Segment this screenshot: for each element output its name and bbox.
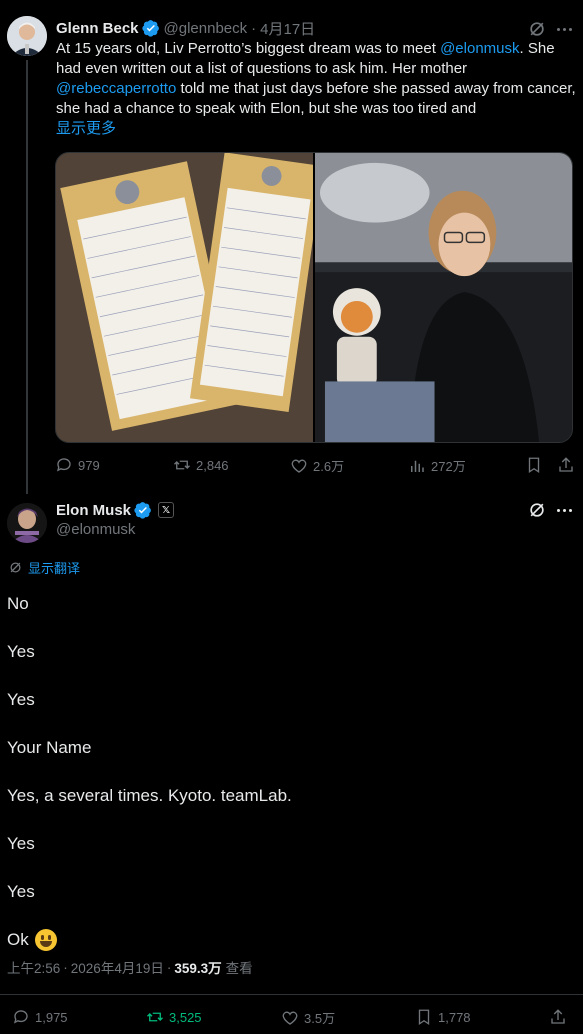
verified-badge-icon bbox=[134, 502, 151, 519]
reply-line-text: Ok bbox=[7, 930, 29, 949]
tweet-date[interactable]: 4月17日 bbox=[260, 18, 315, 39]
share-button[interactable] bbox=[549, 1008, 572, 1026]
tweet1-header: Glenn Beck @glennbeck · 4月17日 bbox=[56, 18, 315, 38]
verified-badge-icon bbox=[141, 20, 159, 37]
quoted-parent-tweet[interactable]: Glenn Beck @glennbeck · 4月17日 At 15 year… bbox=[0, 0, 583, 490]
tweet1-body: At 15 years old, Liv Perrotto’s biggest … bbox=[56, 39, 576, 119]
reply-line: Yes bbox=[7, 628, 567, 676]
more-options-icon[interactable] bbox=[557, 509, 572, 512]
reply-count: 979 bbox=[78, 457, 100, 473]
tweet-metadata: 上午2:56 · 2026年4月19日 · 359.3万 查看 bbox=[7, 957, 253, 977]
retweet-icon bbox=[174, 460, 190, 470]
reply-line-text: Yes bbox=[7, 882, 35, 901]
reply-line: Yes bbox=[7, 676, 567, 724]
heart-icon bbox=[282, 1011, 298, 1025]
more-options-icon[interactable] bbox=[557, 28, 572, 31]
tweet2-actions: 1,975 3,525 3.5万 1,778 bbox=[0, 1008, 583, 1032]
dot-separator: · bbox=[166, 959, 172, 975]
reply-line: Your Name bbox=[7, 724, 567, 772]
author-name[interactable]: Glenn Beck bbox=[56, 20, 139, 37]
analytics-icon bbox=[411, 460, 424, 472]
reply-line-text: Yes, a several times. Kyoto. teamLab. bbox=[7, 786, 292, 805]
views-count: 359.3万 bbox=[174, 961, 222, 976]
retweet-icon bbox=[147, 1012, 163, 1022]
bookmark-button[interactable] bbox=[525, 456, 548, 474]
views-count: 272万 bbox=[431, 459, 466, 474]
like-count: 3.5万 bbox=[304, 1011, 336, 1026]
reply-line: Yes bbox=[7, 868, 567, 916]
translate-icon bbox=[10, 562, 21, 573]
bookmark-count: 1,778 bbox=[438, 1009, 471, 1025]
reply-button[interactable]: 1,975 bbox=[12, 1008, 68, 1026]
reply-line-text: No bbox=[7, 594, 29, 613]
reply-line-text: Yes bbox=[7, 834, 35, 853]
tweet2-body: No Yes Yes Your Name Yes, a several time… bbox=[7, 580, 567, 964]
author-name[interactable]: Elon Musk bbox=[56, 502, 131, 519]
retweet-button[interactable]: 3,525 bbox=[146, 1008, 202, 1026]
dot-separator: · bbox=[251, 19, 257, 37]
reply-line-text: Yes bbox=[7, 642, 35, 661]
author-handle[interactable]: @glennbeck bbox=[164, 20, 248, 37]
tweet-time[interactable]: 上午2:56 bbox=[7, 957, 60, 977]
photo-girl-in-vehicle[interactable] bbox=[315, 153, 572, 442]
tweet2-header: Elon Musk 𝕏 bbox=[56, 500, 175, 520]
divider bbox=[0, 994, 583, 995]
share-button[interactable] bbox=[557, 456, 580, 474]
reply-icon bbox=[56, 458, 71, 472]
mention-link-rebeccaperrotto[interactable]: @rebeccaperrotto bbox=[56, 80, 176, 97]
photo-handwritten-list[interactable] bbox=[56, 153, 313, 442]
reply-line: Yes bbox=[7, 820, 567, 868]
mention-link-elonmusk[interactable]: @elonmusk bbox=[440, 40, 519, 57]
reply-line: Yes, a several times. Kyoto. teamLab. bbox=[7, 772, 567, 820]
retweet-button[interactable]: 2,846 bbox=[173, 456, 229, 474]
grok-icon[interactable] bbox=[527, 19, 547, 39]
show-translation-button[interactable]: 显示翻译 bbox=[8, 558, 80, 577]
reply-icon bbox=[13, 1010, 28, 1024]
tweet-date[interactable]: 2026年4月19日 bbox=[71, 957, 164, 977]
reply-line-text: Your Name bbox=[7, 738, 92, 757]
share-icon bbox=[559, 457, 573, 472]
tweet1-actions: 979 2,846 2.6万 272万 bbox=[55, 456, 575, 476]
share-icon bbox=[551, 1009, 565, 1024]
reply-line: No bbox=[7, 580, 567, 628]
bookmark-icon bbox=[528, 457, 540, 474]
views-label: 查看 bbox=[225, 961, 253, 976]
reply-line-text: Yes bbox=[7, 690, 35, 709]
like-button[interactable]: 2.6万 bbox=[290, 456, 344, 475]
show-more-link[interactable]: 显示更多 bbox=[56, 119, 116, 139]
heart-icon bbox=[291, 459, 307, 473]
translate-label: 显示翻译 bbox=[28, 561, 81, 576]
reply-count: 1,975 bbox=[35, 1009, 68, 1025]
tweet-media-grid bbox=[55, 152, 573, 443]
like-button[interactable]: 3.5万 bbox=[281, 1008, 335, 1027]
tweet-text-segment: At 15 years old, Liv Perrotto’s biggest … bbox=[56, 40, 441, 57]
like-count: 2.6万 bbox=[313, 459, 345, 474]
grinning-face-emoji-icon bbox=[34, 929, 57, 951]
bookmark-icon bbox=[418, 1009, 430, 1026]
x-affiliate-badge-icon[interactable]: 𝕏 bbox=[158, 502, 175, 518]
avatar-elon-musk[interactable] bbox=[7, 503, 47, 543]
dot-separator: · bbox=[63, 959, 68, 975]
bookmark-button[interactable]: 1,778 bbox=[415, 1008, 471, 1026]
author-handle[interactable]: @elonmusk bbox=[56, 521, 135, 538]
avatar-glenn-beck[interactable] bbox=[7, 16, 47, 56]
reply-button[interactable]: 979 bbox=[55, 456, 100, 474]
grok-icon[interactable] bbox=[527, 500, 547, 520]
retweet-count: 3,525 bbox=[169, 1009, 202, 1025]
views-button[interactable]: 272万 bbox=[408, 456, 466, 475]
retweet-count: 2,846 bbox=[196, 457, 229, 473]
